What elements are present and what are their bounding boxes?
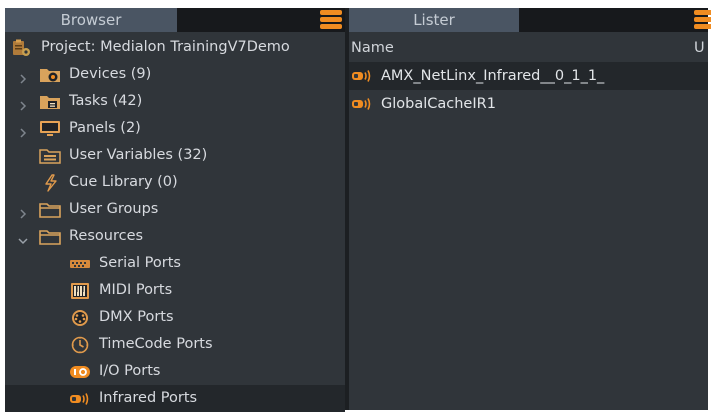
tasks-folder-icon [39,93,61,110]
infrared-icon [69,390,91,407]
tree-item-label: Devices (9) [69,66,152,82]
dmx-port-icon [69,309,91,326]
project-icon [11,39,33,56]
browser-tabbar: Browser [5,8,345,32]
tree-item-label: Project: Medialon TrainingV7Demo [41,39,290,55]
chevron-right-icon[interactable] [17,203,29,219]
tree-item-project[interactable]: Project: Medialon TrainingV7Demo [5,34,345,61]
column-header-name[interactable]: Name [351,35,394,61]
tree-item-tasks[interactable]: Tasks (42) [5,88,345,115]
tree-item-label: Cue Library (0) [69,174,178,190]
lister-panel: Lister Name U AMX_NetLinx_Infrared__0_1_… [349,8,711,410]
tree-item-user-groups[interactable]: User Groups [5,196,345,223]
io-port-icon [69,363,91,380]
tree-item-serial-ports[interactable]: Serial Ports [5,250,345,277]
lister-row[interactable]: GlobalCacheIR1 [349,90,708,118]
serial-port-icon [69,255,91,272]
lister-row[interactable]: AMX_NetLinx_Infrared__0_1_1_ [349,62,708,90]
folder-icon [39,201,61,218]
infrared-icon [351,95,373,112]
devices-folder-icon [39,66,61,83]
lister-row-label: GlobalCacheIR1 [381,96,496,112]
tree-item-label: DMX Ports [99,309,174,325]
midi-port-icon [69,282,91,299]
tree-item-resources[interactable]: Resources [5,223,345,250]
timecode-icon [69,336,91,354]
tree-item-label: Infrared Ports [99,390,198,406]
tree-item-midi-ports[interactable]: MIDI Ports [5,277,345,304]
chevron-down-icon[interactable] [17,230,29,245]
chevron-right-icon[interactable] [17,68,29,84]
lightning-icon [41,174,63,192]
browser-menu-icon[interactable] [320,10,342,30]
chevron-right-icon[interactable] [17,122,29,138]
tree-item-dmx-ports[interactable]: DMX Ports [5,304,345,331]
tree-item-label: I/O Ports [99,363,161,379]
tree-item-label: Panels (2) [69,120,141,136]
tree-item-label: Serial Ports [99,255,181,271]
tree-item-label: TimeCode Ports [99,336,213,352]
tree-item-label: MIDI Ports [99,282,173,298]
browser-tree: Project: Medialon TrainingV7Demo Devices… [5,34,345,412]
tree-item-user-variables[interactable]: User Variables (32) [5,142,345,169]
tree-item-devices[interactable]: Devices (9) [5,61,345,88]
tree-item-label: Tasks (42) [69,93,143,109]
tree-item-cue-library[interactable]: Cue Library (0) [5,169,345,196]
variables-folder-icon [39,147,61,164]
tree-item-label: Resources [69,228,144,244]
chevron-right-icon[interactable] [17,95,29,111]
lister-column-header: Name U [349,35,708,61]
tree-item-panels[interactable]: Panels (2) [5,115,345,142]
folder-icon [39,228,61,245]
infrared-icon [351,67,373,84]
tree-item-label: User Variables (32) [69,147,208,163]
tab-browser[interactable]: Browser [5,8,177,32]
lister-tabbar: Lister [349,8,711,32]
tree-item-label: User Groups [69,201,159,217]
column-header-u[interactable]: U [694,35,705,61]
lister-row-label: AMX_NetLinx_Infrared__0_1_1_ [381,68,605,84]
app-window: Browser Project: Medialon TrainingV7Demo… [0,0,711,414]
tree-item-infrared-ports[interactable]: Infrared Ports [5,385,345,412]
tree-item-timecode-ports[interactable]: TimeCode Ports [5,331,345,358]
lister-menu-icon[interactable] [694,10,711,30]
tab-lister[interactable]: Lister [349,8,519,32]
browser-panel: Browser Project: Medialon TrainingV7Demo… [5,8,345,412]
tree-item-io-ports[interactable]: I/O Ports [5,358,345,385]
monitor-icon [39,120,61,137]
